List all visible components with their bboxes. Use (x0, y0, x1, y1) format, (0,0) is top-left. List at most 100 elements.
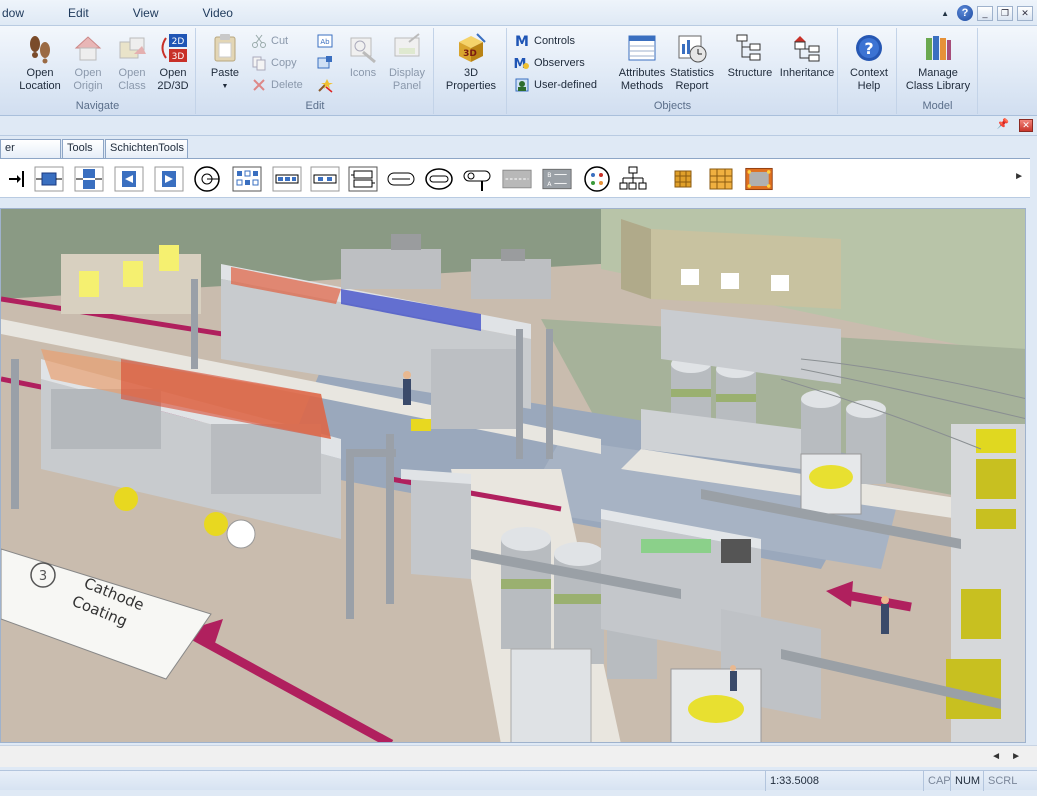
parallel-proc-tool[interactable] (74, 165, 104, 193)
attributes-methods-button[interactable]: Attributes Methods (612, 32, 672, 93)
model-group-label: Model (922, 100, 953, 112)
restore-button[interactable]: ❐ (997, 5, 1013, 21)
delete-button[interactable]: Delete (251, 76, 303, 94)
house-icon (74, 36, 102, 61)
copy-button[interactable]: Copy (251, 54, 297, 72)
store-tool[interactable] (232, 165, 262, 193)
buffer-tool[interactable] (272, 165, 302, 193)
worker-pool-tool[interactable] (582, 165, 612, 193)
placebuffer-tool[interactable] (310, 165, 340, 193)
track-tool[interactable] (424, 165, 454, 193)
menu-window[interactable]: dow (0, 0, 46, 26)
objects-group: M Controls M Observers User-defined Attr… (508, 28, 838, 114)
transporter-tool[interactable] (744, 165, 778, 193)
entity-tool[interactable] (668, 165, 698, 193)
tab-schichtentools[interactable]: SchichtenTools (105, 139, 188, 158)
assembly-station-tool[interactable]: BA (542, 165, 576, 193)
class-folder-icon (119, 37, 146, 59)
paste-dropdown-icon[interactable]: ▼ (222, 80, 229, 93)
attributes-methods-label: Attributes Methods (618, 67, 666, 92)
3d-properties-label: 3D Properties (445, 67, 497, 92)
open-location-label: Open Location (19, 67, 61, 92)
window-controls: ▲ ? _ ❐ ✕ (941, 5, 1033, 21)
controls-button[interactable]: M Controls (514, 32, 575, 50)
icons-button[interactable]: Icons (343, 32, 383, 80)
panel-close-button[interactable]: ✕ (1019, 119, 1033, 132)
svg-text:3D: 3D (172, 52, 185, 62)
observers-button[interactable]: M Observers (514, 54, 585, 72)
broker-tool[interactable] (618, 165, 648, 193)
3d-properties-button[interactable]: 3D 3D Properties (439, 32, 503, 93)
3d-viewport[interactable]: 3 Cathode Coating (0, 208, 1026, 743)
scroll-left-icon[interactable]: ◄ (991, 751, 1001, 762)
turntable-icon (463, 170, 491, 191)
open-location-button[interactable]: Open Location (14, 32, 66, 93)
menu-video[interactable]: Video (181, 0, 255, 26)
rename-text-button[interactable]: Ab (317, 32, 333, 50)
sorter-tool[interactable] (348, 165, 378, 193)
tab-user-interface[interactable]: er Interface (0, 139, 61, 171)
minimize-button[interactable]: _ (977, 5, 993, 21)
user-defined-button[interactable]: User-defined (514, 76, 597, 94)
controls-label: Controls (534, 35, 575, 47)
books-icon (926, 36, 951, 60)
num-lock-indicator: NUM (950, 771, 983, 791)
statistics-report-button[interactable]: Statistics Report (666, 32, 718, 93)
drain-tool[interactable] (2, 165, 24, 193)
flowcontrol-tool[interactable] (502, 165, 536, 193)
delete-x-icon (253, 79, 265, 91)
menu-bar: dow Edit View Video ▲ ? _ ❐ ✕ (0, 0, 1037, 26)
menu-edit[interactable]: Edit (46, 0, 111, 26)
structure-label: Structure (727, 67, 773, 79)
single-proc-icon (34, 166, 64, 192)
icons-editor-icon (350, 37, 376, 64)
assembly-tool[interactable] (114, 165, 144, 193)
pin-icon[interactable]: 📌 (997, 119, 1009, 130)
svg-text:B: B (547, 172, 551, 179)
close-button[interactable]: ✕ (1017, 5, 1033, 21)
context-help-button[interactable]: ? Context Help (843, 32, 895, 93)
toolbox-tabs: er Interface Tools SchichtenTools (0, 138, 1037, 171)
manage-class-library-button[interactable]: Manage Class Library (900, 32, 976, 93)
edit-group: Paste ▼ Cut Copy Delete Ab Icons Display… (197, 28, 434, 114)
2d-3d-switch-icon: 2D 3D (161, 34, 187, 62)
paste-button[interactable]: Paste ▼ (205, 32, 245, 93)
buffer-icon (272, 166, 302, 192)
container-grid-icon (709, 168, 733, 190)
open-origin-label: Open Origin (73, 67, 103, 92)
flowcontrol-icon (502, 169, 532, 189)
display-panel-button[interactable]: Display Panel (385, 32, 429, 93)
toolbar-overflow-icon[interactable]: ► (1014, 171, 1024, 182)
container-tool[interactable] (706, 165, 736, 193)
observers-label: Observers (534, 57, 585, 69)
edit-graphics-icon (317, 56, 332, 69)
status-bar: 1:33.5008 CAP NUM SCRL (0, 770, 1037, 791)
context-help-label: Context Help (850, 67, 888, 92)
single-proc-tool[interactable] (34, 165, 64, 193)
tab-tools[interactable]: Tools (62, 139, 104, 158)
factory-scene: 3 Cathode Coating (1, 209, 1025, 742)
structure-button[interactable]: Structure (724, 32, 776, 80)
delete-graphics-button[interactable] (317, 76, 333, 94)
scroll-right-icon[interactable]: ► (1011, 751, 1021, 762)
cut-button[interactable]: Cut (251, 32, 288, 50)
objects-group-label: Objects (653, 100, 692, 112)
open-2d3d-button[interactable]: 2D 3D Open 2D/3D (148, 32, 198, 93)
statistics-clock-icon (678, 35, 707, 63)
edit-graphics-button[interactable] (317, 54, 333, 72)
dismantle-tool[interactable] (154, 165, 184, 193)
assembly-icon (114, 166, 144, 192)
inheritance-button[interactable]: Inheritance (776, 32, 838, 80)
svg-text:M: M (515, 34, 529, 49)
cycle-icon (194, 166, 220, 192)
object-toolbar: BA ► (0, 158, 1030, 198)
icons-label: Icons (349, 67, 377, 79)
line-tool[interactable] (386, 165, 416, 193)
collapse-ribbon-icon[interactable]: ▲ (941, 9, 949, 18)
menu-view[interactable]: View (111, 0, 181, 26)
manage-class-library-label: Manage Class Library (905, 67, 971, 92)
turntable-tool[interactable] (462, 165, 492, 193)
horizontal-scrollbar[interactable]: ◄ ► (0, 745, 1037, 767)
help-button[interactable]: ? (957, 5, 973, 21)
cycle-tool[interactable] (192, 165, 222, 193)
